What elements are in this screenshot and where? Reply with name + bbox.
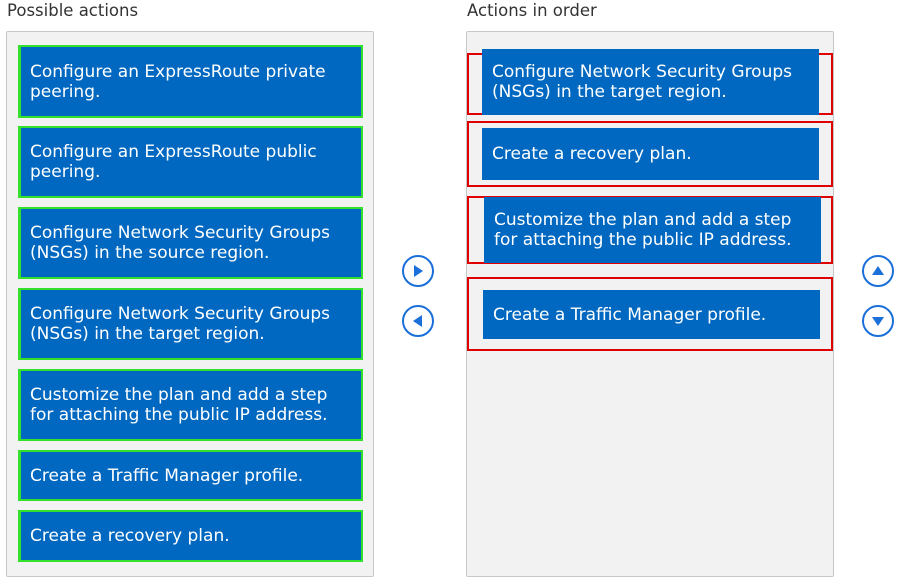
action-item-label: Configure an ExpressRoute public peering… (30, 142, 317, 182)
arrow-left-icon (413, 315, 422, 327)
answer-slot[interactable]: Create a recovery plan. (467, 121, 833, 187)
action-item[interactable]: Configure an ExpressRoute public peering… (18, 126, 363, 198)
actions-in-order-panel: Configure Network Security Groups (NSGs)… (466, 31, 834, 577)
possible-actions-title: Possible actions (7, 1, 139, 20)
ordered-action-item[interactable]: Create a Traffic Manager profile. (483, 290, 820, 339)
answer-slot[interactable]: Create a Traffic Manager profile. (467, 277, 833, 351)
action-item-label: Configure an ExpressRoute private peerin… (30, 61, 326, 102)
move-left-button[interactable] (402, 305, 434, 337)
ordered-action-item-label: Create a Traffic Manager profile. (493, 304, 767, 325)
ordered-action-item[interactable]: Customize the plan and add a step for at… (484, 197, 821, 263)
ordered-action-item-label: Customize the plan and add a step for at… (494, 210, 792, 250)
action-item-label: Configure Network Security Groups (NSGs)… (30, 304, 331, 344)
ordered-action-item-label: Create a recovery plan. (492, 144, 692, 164)
action-item[interactable]: Configure Network Security Groups (NSGs)… (18, 207, 363, 279)
ordered-action-item[interactable]: Configure Network Security Groups (NSGs)… (482, 49, 819, 115)
action-item[interactable]: Create a Traffic Manager profile. (18, 450, 363, 501)
arrow-down-icon (872, 317, 884, 326)
action-item-label: Customize the plan and add a step for at… (30, 385, 328, 425)
answer-slot[interactable]: Customize the plan and add a step for at… (467, 196, 833, 264)
move-down-button[interactable] (862, 305, 894, 337)
action-item-label: Create a recovery plan. (30, 526, 230, 546)
action-item[interactable]: Create a recovery plan. (18, 510, 363, 562)
actions-in-order-title: Actions in order (467, 1, 597, 20)
ordered-action-item[interactable]: Create a recovery plan. (482, 128, 819, 180)
answer-slot[interactable]: Configure Network Security Groups (NSGs)… (467, 49, 833, 115)
move-right-button[interactable] (402, 255, 434, 287)
move-up-button[interactable] (862, 255, 894, 287)
ordered-action-item-label: Configure Network Security Groups (NSGs)… (492, 62, 793, 102)
action-item[interactable]: Configure Network Security Groups (NSGs)… (18, 288, 363, 360)
arrow-right-icon (414, 265, 423, 277)
action-item-label: Create a Traffic Manager profile. (30, 465, 304, 486)
arrow-up-icon (872, 266, 884, 275)
action-item[interactable]: Customize the plan and add a step for at… (18, 369, 363, 441)
action-item[interactable]: Configure an ExpressRoute private peerin… (18, 45, 363, 118)
action-item-label: Configure Network Security Groups (NSGs)… (30, 223, 331, 263)
possible-actions-panel: Configure an ExpressRoute private peerin… (6, 31, 374, 577)
